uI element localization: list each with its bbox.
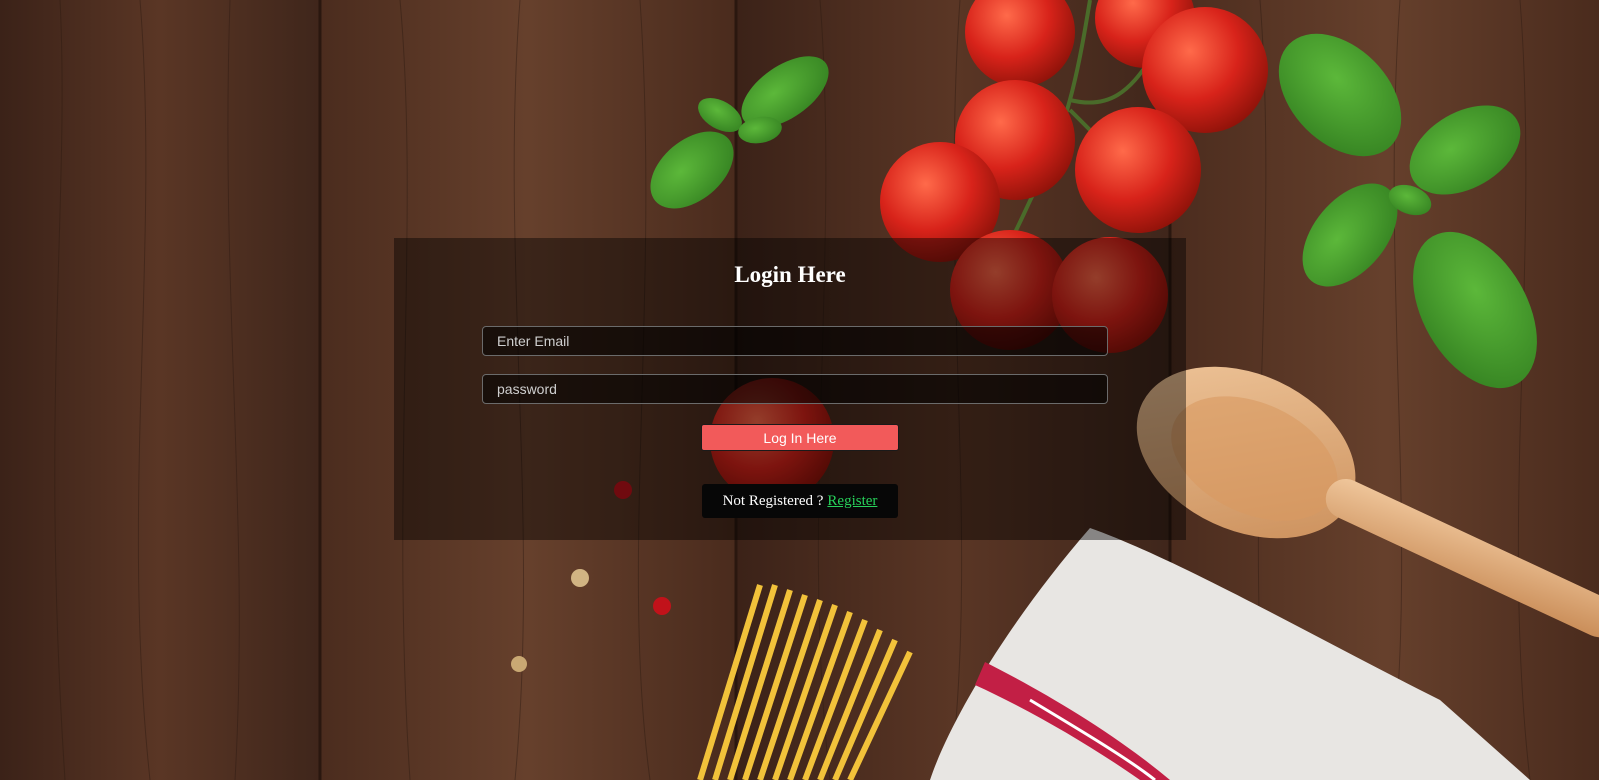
not-registered-text: Not Registered ? [722, 492, 824, 509]
page-title: Login Here [734, 262, 846, 287]
register-prompt: Not Registered ? Register [702, 484, 898, 518]
login-button[interactable]: Log In Here [701, 424, 899, 451]
login-panel: Login Here Log In Here Not Registered ? … [394, 238, 1186, 540]
password-input[interactable] [482, 374, 1108, 404]
register-link[interactable]: Register [827, 493, 877, 510]
email-input[interactable] [482, 326, 1108, 356]
